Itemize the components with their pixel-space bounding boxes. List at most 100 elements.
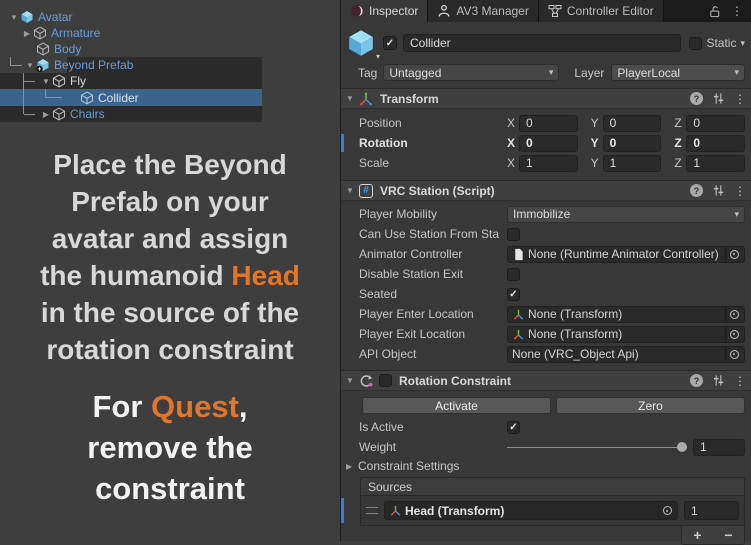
hierarchy-item-armature[interactable]: ▶ Armature [21,25,100,41]
source-object-field[interactable]: Head (Transform) [384,501,678,520]
scale-y-input[interactable] [603,155,662,172]
layer-dropdown[interactable]: PlayerLocal ▾ [611,64,745,81]
unlock-icon[interactable] [708,5,721,18]
gameobject-active-checkbox[interactable]: ✓ [383,36,397,50]
rotation-y-input[interactable] [603,135,662,152]
object-picker-button[interactable] [725,307,742,322]
row-label: Weight [359,440,507,454]
activate-button[interactable]: Activate [362,397,551,414]
kebab-menu-icon[interactable]: ⋮ [734,184,746,198]
player-enter-location-field[interactable]: None (Transform) [507,306,745,323]
prefab-cube-icon [20,10,34,24]
seated-checkbox[interactable]: ✓ [507,288,520,301]
rotation-x-input[interactable] [519,135,578,152]
gameobject-name-input[interactable] [403,34,681,52]
document-icon [512,248,525,261]
highlight-quest: Quest [151,389,239,424]
presets-icon[interactable] [712,374,725,387]
position-y-input[interactable] [603,115,662,132]
rotation-z-input[interactable] [686,135,745,152]
foldout-open-icon[interactable]: ▼ [346,186,359,195]
weight-input[interactable] [693,439,745,456]
transform-header[interactable]: ▼ Transform ? ⋮ [341,88,751,109]
sources-footer-row: + − [341,526,751,545]
weight-slider[interactable] [507,439,687,455]
gameobject-3d-cube-icon[interactable]: ▾ [346,28,378,58]
kebab-menu-icon[interactable]: ⋮ [734,374,746,388]
gameobject-cube-icon [36,42,50,56]
tag-dropdown[interactable]: Untagged ▾ [383,64,559,81]
prefab-cube-plus-icon [36,58,50,72]
hierarchy-item-beyond-prefab[interactable]: ▼ Beyond Prefab [24,57,133,73]
object-picker-button[interactable] [725,327,742,342]
scale-z-input[interactable] [686,155,745,172]
foldout-open-icon[interactable]: ▼ [24,61,36,70]
presets-icon[interactable] [712,92,725,105]
static-checkbox[interactable] [689,37,702,50]
foldout-open-icon[interactable]: ▼ [346,376,359,385]
hierarchy-item-avatar[interactable]: ▼ Avatar [8,9,72,25]
player-exit-location-field[interactable]: None (Transform) [507,326,745,343]
component-title: Rotation Constraint [399,374,511,388]
add-source-button[interactable]: + [682,526,713,544]
row-label: Seated [359,287,507,301]
object-picker-button[interactable] [725,247,742,262]
tree-guide [45,89,62,98]
row-label: Scale [359,156,507,170]
kebab-menu-icon[interactable]: ⋮ [731,4,743,18]
axis-x-label: X [507,116,519,130]
instruction-text-secondary: For Quest, remove the constraint [12,386,328,509]
presets-icon[interactable] [712,184,725,197]
disable-station-exit-checkbox[interactable] [507,268,520,281]
foldout-closed-icon[interactable]: ▶ [21,29,33,38]
component-enable-checkbox[interactable] [379,374,392,387]
axis-z-label: Z [674,136,686,150]
is-active-checkbox[interactable]: ✓ [507,421,520,434]
api-object-field[interactable]: None (VRC_Object Api) [507,346,745,363]
kebab-menu-icon[interactable]: ⋮ [734,92,746,106]
foldout-open-icon[interactable]: ▼ [40,77,52,86]
player-mobility-dropdown[interactable]: Immobilize ▾ [507,206,745,223]
help-icon[interactable]: ? [690,184,703,197]
foldout-open-icon[interactable]: ▼ [8,13,20,22]
hierarchy-item-body[interactable]: Body [36,41,81,57]
remove-source-button[interactable]: − [713,526,744,544]
position-x-input[interactable] [519,115,578,132]
animator-controller-field[interactable]: None (Runtime Animator Controller) [507,246,745,263]
sources-list: Sources Head (Transform) [360,477,745,526]
component-title: Transform [380,92,439,106]
hierarchy-item-chairs[interactable]: ▶ Chairs [40,106,105,122]
hierarchy-item-label: Beyond Prefab [54,58,133,72]
object-picker-button[interactable] [725,347,742,362]
tab-av3-manager[interactable]: AV3 Manager [428,0,539,22]
help-icon[interactable]: ? [690,92,703,105]
help-icon[interactable]: ? [690,374,703,387]
vrc-station-header[interactable]: ▼ # VRC Station (Script) ? ⋮ [341,180,751,201]
tab-inspector[interactable]: Inspector [341,0,428,22]
object-picker-button[interactable] [658,502,675,519]
constraint-settings-foldout[interactable]: ▶ Constraint Settings [341,457,751,475]
state-machine-icon [548,4,562,18]
static-dropdown-arrow[interactable]: ▾ [740,38,745,49]
rotation-constraint-header[interactable]: ▼ Rotation Constraint ? ⋮ [341,370,751,391]
source-row[interactable]: Head (Transform) [361,496,744,525]
text-line: rotation constraint [12,331,328,368]
hierarchy-item-collider-selected[interactable]: Collider [80,90,139,106]
position-z-input[interactable] [686,115,745,132]
scale-x-input[interactable] [519,155,578,172]
slider-handle[interactable] [677,442,687,452]
gameobject-header: ▾ ✓ Static ▾ Tag Untagged ▾ Layer Player… [341,22,751,88]
foldout-closed-icon[interactable]: ▶ [40,110,52,119]
tab-controller-editor[interactable]: Controller Editor [539,0,664,22]
icon-dropdown-arrow: ▾ [376,52,380,61]
drag-handle-icon[interactable] [366,507,378,514]
foldout-open-icon[interactable]: ▼ [346,94,359,103]
row-label: Is Active [359,420,507,434]
can-use-station-checkbox[interactable] [507,228,520,241]
source-weight-input[interactable] [684,501,739,520]
zero-button[interactable]: Zero [556,397,745,414]
tag-label: Tag [358,66,377,80]
list-footer: + − [681,526,745,545]
hierarchy-item-fly[interactable]: ▼ Fly [40,73,86,89]
object-field-value: None (Transform) [528,307,721,321]
